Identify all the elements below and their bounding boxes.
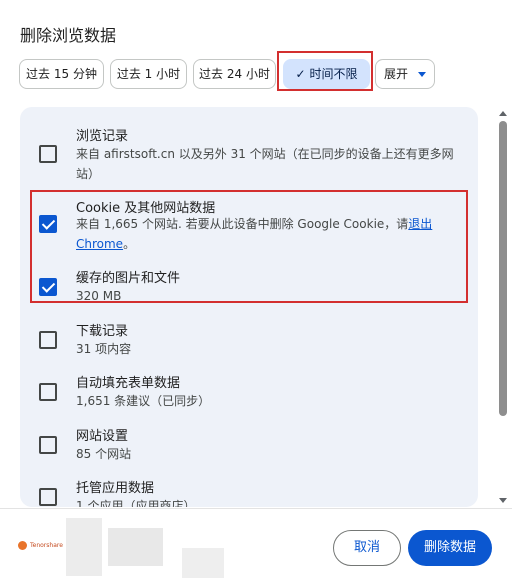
chip-label: 过去 24 小时 [199, 67, 270, 81]
checkbox-download-history[interactable] [39, 331, 57, 349]
footer-divider [0, 508, 512, 509]
item-subtitle: 来自 1,665 个网站. 若要从此设备中删除 Google Cookie，请退… [76, 214, 466, 254]
checkbox-browsing-history[interactable] [39, 145, 57, 163]
scrollbar[interactable] [498, 107, 508, 507]
blurred-region [66, 518, 102, 576]
item-subtitle: 31 项内容 [76, 342, 132, 356]
item-subtitle: 来自 afirstsoft.cn 以及另外 31 个网站（在已同步的设备上还有更… [76, 147, 454, 181]
chip-label: 时间不限 [309, 67, 358, 81]
chip-expand-dropdown[interactable]: 展开 [375, 59, 435, 89]
chip-1-hour[interactable]: 过去 1 小时 [110, 59, 187, 89]
item-subtitle: 85 个网站 [76, 447, 132, 461]
checkbox-hosted-app-data[interactable] [39, 488, 57, 506]
data-types-panel: 浏览记录 来自 afirstsoft.cn 以及另外 31 个网站（在已同步的设… [20, 107, 478, 507]
delete-data-button[interactable]: 删除数据 [408, 530, 492, 566]
chip-15-minutes[interactable]: 过去 15 分钟 [19, 59, 104, 89]
chip-label: 过去 15 分钟 [26, 67, 97, 81]
item-title: 下载记录 [76, 324, 129, 339]
checkbox-cached-images[interactable] [39, 278, 57, 296]
item-subtitle: 320 MB [76, 289, 122, 303]
chip-24-hours[interactable]: 过去 24 小时 [193, 59, 276, 89]
brand-logo: Tenorshare [18, 541, 63, 550]
item-subtitle: 1,651 条建议（已同步） [76, 394, 211, 408]
check-icon: ✓ [295, 67, 306, 81]
scroll-down-arrow-icon[interactable] [499, 498, 507, 503]
item-title: 浏览记录 [76, 129, 129, 144]
cancel-button[interactable]: 取消 [333, 530, 401, 566]
scrollbar-thumb[interactable] [499, 121, 507, 416]
item-title: 缓存的图片和文件 [76, 271, 181, 286]
blurred-region [182, 548, 224, 578]
chip-all-time[interactable]: ✓ 时间不限 [283, 59, 370, 89]
item-title: 托管应用数据 [76, 481, 155, 496]
subtitle-text: 来自 1,665 个网站. 若要从此设备中删除 Google Cookie，请 [76, 217, 409, 231]
item-title: 自动填充表单数据 [76, 376, 181, 391]
clear-browsing-data-dialog: 删除浏览数据 过去 15 分钟 过去 1 小时 过去 24 小时 ✓ 时间不限 展… [0, 0, 512, 585]
checkbox-site-settings[interactable] [39, 436, 57, 454]
tenorshare-logo-icon [18, 541, 27, 550]
item-subtitle: 1 个应用（应用商店） [76, 499, 196, 507]
brand-name: Tenorshare [30, 542, 63, 549]
chip-label: 过去 1 小时 [116, 67, 181, 81]
chip-label: 展开 [383, 67, 408, 81]
subtitle-suffix: 。 [123, 237, 136, 251]
scroll-up-arrow-icon[interactable] [499, 111, 507, 116]
checkbox-cookies[interactable] [39, 215, 57, 233]
checkbox-autofill[interactable] [39, 383, 57, 401]
dialog-title: 删除浏览数据 [20, 26, 117, 45]
blurred-region [108, 528, 163, 566]
caret-down-icon [418, 72, 426, 77]
item-title: 网站设置 [76, 429, 129, 444]
